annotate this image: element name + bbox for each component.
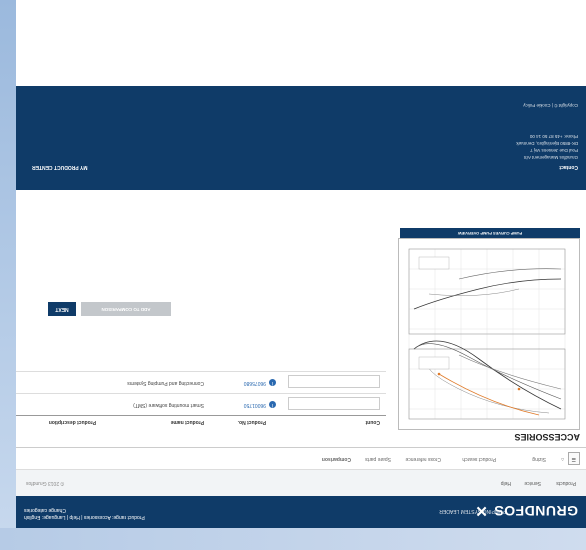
footer-line: DK-8850 Bjerringbro, Denmark [516,141,578,146]
desktop-bottom-edge [0,528,586,550]
logo-tagline: PUMPING SYSTEM LEADER [439,508,506,514]
footer-right-label[interactable]: MY PRODUCT CENTER [32,164,87,170]
header-links: Product range: Accessories | Help | Lang… [24,506,145,520]
header-link-language[interactable]: Language: English [24,514,65,520]
header-link-help[interactable]: Help [70,514,80,520]
top-nav: Products Service Help © 2013 Grundfos [16,469,586,496]
footer-bottom-line: Copyright © | Cookie Policy [523,103,578,108]
product-number-link[interactable]: 96001750 [244,402,266,408]
count-input[interactable] [288,397,380,410]
nav-products[interactable]: Products [556,480,576,486]
col-count: Count [365,419,380,425]
copyright-text: © 2013 Grundfos [26,480,65,486]
footer: Contact Grundfos Management A/S Poul Due… [16,86,586,190]
footer-line: Phone: +45 87 50 14 00 [529,134,578,139]
footer-line: Poul Due Jensens Vej 7 [530,148,578,153]
toolbar: ☰ ⌂ Sizing Product search Cross referenc… [16,447,586,470]
nav-help[interactable]: Help [501,480,511,486]
toolbar-home-icon[interactable]: ⌂ [561,456,564,462]
table-header-row: Count Product No. Product name Product d… [16,415,386,428]
pump-curve-svg [408,248,566,420]
header-link-range[interactable]: Product range: Accessories [84,514,145,520]
table-row: i 96001750 Smart mounting software (SMT) [16,393,386,414]
col-product-description: Product description [48,419,96,425]
next-button[interactable]: NEXT [48,302,76,316]
info-icon[interactable]: i [269,401,276,408]
footer-line: Grundfos Management A/S [523,155,578,160]
info-icon[interactable]: i [269,379,276,386]
toolbar-cross-reference[interactable]: Cross reference [405,456,441,462]
add-to-comparison-button[interactable]: ADD TO COMPARISON [81,302,171,316]
table-row: i 96075680 Connecting and Pumping System… [16,371,386,392]
chart-header-bar: PUMP CURVES PUMP OVERVIEW [400,228,580,238]
toolbar-comparison[interactable]: Comparison [322,456,351,462]
pump-curve-chart [398,238,580,430]
product-number-link[interactable]: 96075680 [244,380,266,386]
toolbar-menu-button[interactable]: ☰ [567,452,580,465]
toolbar-spare-parts[interactable]: Spare parts [365,456,391,462]
product-description: Smart mounting software (SMT) [133,402,204,408]
section-title: ACCESSORIES [514,432,580,442]
product-center-page: GRUNDFOS ✕ PUMPING SYSTEM LEADER Product… [16,0,586,528]
nav-service[interactable]: Service [524,480,541,486]
change-categories-link[interactable]: Change categories [24,506,145,513]
desktop-left-edge [0,0,16,550]
footer-title: Contact [559,164,578,170]
col-product-name: Product name [170,419,204,425]
toolbar-product-search[interactable]: Product search [462,456,496,462]
count-input[interactable] [288,375,380,388]
logo-wordmark: GRUNDFOS [493,503,578,519]
toolbar-sizing[interactable]: Sizing [532,456,546,462]
header-bar: GRUNDFOS ✕ PUMPING SYSTEM LEADER Product… [16,496,586,528]
col-product-no: Product No. [237,419,266,425]
product-description: Connecting and Pumping Systems [127,380,204,386]
